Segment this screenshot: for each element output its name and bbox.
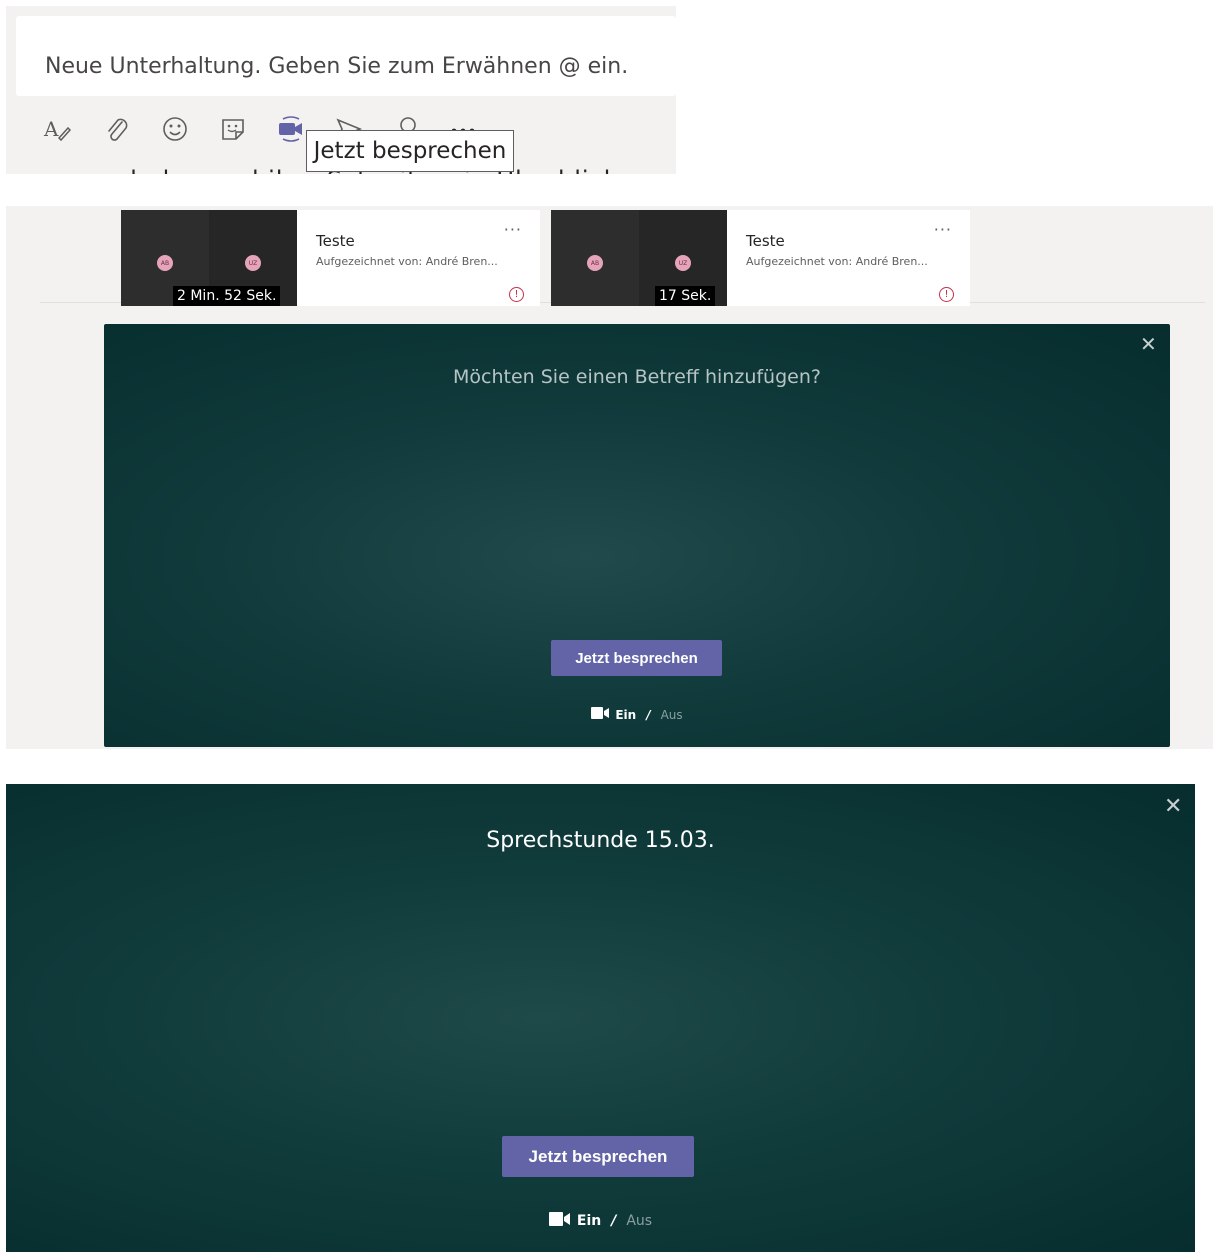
- recording-thumbnail[interactable]: AB UZ 2 Min. 52 Sek.: [121, 210, 297, 306]
- avatar: UZ: [675, 255, 691, 271]
- warning-icon: !: [509, 287, 524, 302]
- compose-panel: Neue Unterhaltung. Geben Sie zum Erwähne…: [6, 6, 676, 174]
- meet-now-tooltip: Jetzt besprechen: [306, 130, 514, 172]
- meet-now-icon[interactable]: [274, 112, 308, 146]
- close-icon[interactable]: ✕: [1164, 794, 1182, 819]
- avatar: AB: [587, 255, 603, 271]
- video-on-option[interactable]: Ein: [615, 708, 636, 722]
- meet-now-dialog: ✕ Möchten Sie einen Betreff hinzufügen? …: [104, 324, 1170, 747]
- recording-thumbnail[interactable]: AB UZ 17 Sek.: [551, 210, 727, 306]
- meeting-subject-input[interactable]: Sprechstunde 15.03.: [6, 828, 1195, 853]
- compose-placeholder[interactable]: Neue Unterhaltung. Geben Sie zum Erwähne…: [45, 54, 628, 79]
- camera-icon: [591, 707, 611, 722]
- video-toggle[interactable]: Ein / Aus: [6, 1212, 1195, 1230]
- recording-subtitle: Aufgezeichnet von: André Bren...: [316, 255, 498, 268]
- video-on-option[interactable]: Ein: [577, 1213, 601, 1229]
- meet-now-button[interactable]: Jetzt besprechen: [551, 640, 722, 676]
- video-off-option[interactable]: Aus: [626, 1213, 652, 1229]
- meet-now-button[interactable]: Jetzt besprechen: [502, 1136, 694, 1177]
- recording-card[interactable]: AB UZ 2 Min. 52 Sek. Teste Aufgezeichnet…: [121, 210, 540, 306]
- meeting-subject-input[interactable]: Möchten Sie einen Betreff hinzufügen?: [104, 366, 1170, 388]
- sticker-icon[interactable]: [216, 112, 250, 146]
- recording-duration: 2 Min. 52 Sek.: [173, 286, 281, 306]
- video-toggle[interactable]: Ein / Aus: [104, 707, 1170, 722]
- close-icon[interactable]: ✕: [1140, 332, 1157, 356]
- video-off-option[interactable]: Aus: [661, 708, 683, 722]
- format-icon[interactable]: A: [40, 112, 74, 146]
- recording-title: Teste: [316, 232, 355, 250]
- avatar: AB: [157, 255, 173, 271]
- separator: /: [611, 1213, 617, 1229]
- recording-title: Teste: [746, 232, 785, 250]
- compose-box[interactable]: Neue Unterhaltung. Geben Sie zum Erwähne…: [16, 16, 676, 96]
- camera-icon: [548, 1212, 573, 1230]
- recording-subtitle: Aufgezeichnet von: André Bren...: [746, 255, 928, 268]
- meet-now-dialog-named: ✕ Sprechstunde 15.03. Jetzt besprechen E…: [6, 784, 1195, 1252]
- more-options-icon[interactable]: ···: [934, 220, 952, 239]
- recording-duration: 17 Sek.: [655, 286, 716, 306]
- attach-icon[interactable]: [100, 112, 134, 146]
- avatar: UZ: [245, 255, 261, 271]
- svg-text:A: A: [43, 117, 59, 141]
- more-options-icon[interactable]: ···: [504, 220, 522, 239]
- warning-icon: !: [939, 287, 954, 302]
- separator: /: [646, 707, 651, 722]
- emoji-icon[interactable]: [158, 112, 192, 146]
- recording-card[interactable]: AB UZ 17 Sek. Teste Aufgezeichnet von: A…: [551, 210, 970, 306]
- channel-panel: AB UZ 2 Min. 52 Sek. Teste Aufgezeichnet…: [6, 206, 1213, 749]
